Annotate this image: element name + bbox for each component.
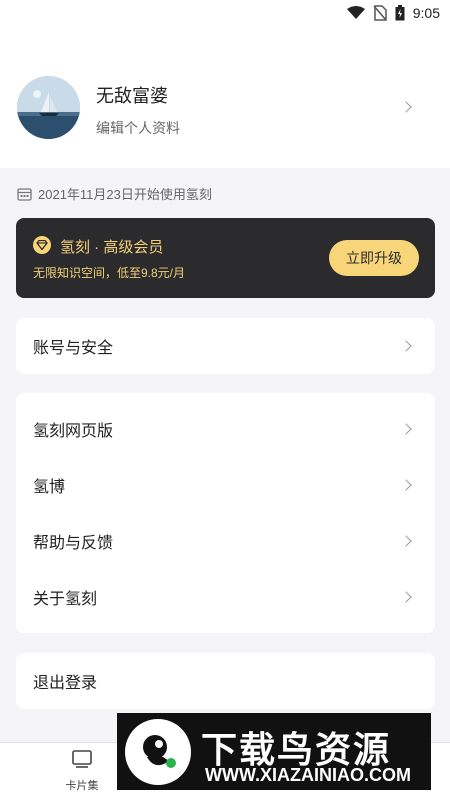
vip-subtitle: 无限知识空间，低至9.8元/月 — [33, 266, 186, 280]
avatar-image — [17, 76, 80, 139]
status-bar: 9:05 — [0, 0, 450, 26]
chevron-right-icon — [400, 340, 412, 352]
menu-item-blog[interactable]: 氢博 — [16, 457, 435, 513]
chevron-right-icon — [400, 423, 412, 435]
edit-profile-link[interactable]: 编辑个人资料 — [96, 118, 180, 138]
avatar[interactable] — [17, 76, 80, 139]
chevron-right-icon — [400, 479, 412, 491]
calendar-icon — [17, 187, 32, 201]
logout-button[interactable]: 退出登录 — [16, 653, 435, 709]
menu-item-label: 氢博 — [33, 479, 66, 496]
battery-icon — [395, 5, 405, 21]
watermark-banner: 下载鸟资源 WWW.XIAZAINIAO.COM — [117, 713, 431, 790]
diamond-icon — [33, 236, 51, 254]
usage-since-text: 2021年11月23日开始使用氢刻 — [38, 187, 212, 202]
chevron-right-icon — [400, 591, 412, 603]
cards-icon — [72, 750, 92, 768]
menu-item-help-feedback[interactable]: 帮助与反馈 — [16, 513, 435, 569]
menu-item-label: 帮助与反馈 — [33, 535, 114, 552]
menu-item-account-security[interactable]: 账号与安全 — [16, 318, 435, 374]
logout-label: 退出登录 — [33, 675, 98, 692]
menu-item-label: 氢刻网页版 — [33, 423, 114, 440]
no-sim-icon — [373, 5, 387, 21]
nav-item-label: 卡片集 — [65, 780, 99, 792]
vip-title: 氢刻 · 高级会员 — [60, 239, 164, 256]
menu-item-label: 账号与安全 — [33, 340, 114, 357]
upgrade-button[interactable]: 立即升级 — [329, 240, 419, 276]
bird-logo-icon — [125, 719, 191, 785]
status-time: 9:05 — [412, 5, 440, 21]
chevron-right-icon — [400, 535, 412, 547]
nav-item-cards[interactable]: 卡片集 — [42, 749, 122, 793]
watermark-url: WWW.XIAZAINIAO.COM — [205, 765, 411, 785]
account-card: 账号与安全 — [16, 318, 435, 374]
menu-item-web-version[interactable]: 氢刻网页版 — [16, 401, 435, 457]
menu-item-label: 关于氢刻 — [33, 591, 98, 608]
logout-card: 退出登录 — [16, 653, 435, 709]
usage-since: 2021年11月23日开始使用氢刻 — [17, 184, 212, 203]
links-card: 氢刻网页版 氢博 帮助与反馈 关于氢刻 — [16, 393, 435, 633]
chevron-right-icon — [400, 101, 412, 113]
profile-name: 无敌富婆 — [96, 86, 168, 106]
profile-header[interactable]: 无敌富婆 编辑个人资料 — [0, 26, 450, 168]
menu-item-about[interactable]: 关于氢刻 — [16, 569, 435, 625]
wifi-icon — [346, 6, 365, 19]
vip-card[interactable]: 氢刻 · 高级会员 无限知识空间，低至9.8元/月 立即升级 — [16, 218, 435, 298]
